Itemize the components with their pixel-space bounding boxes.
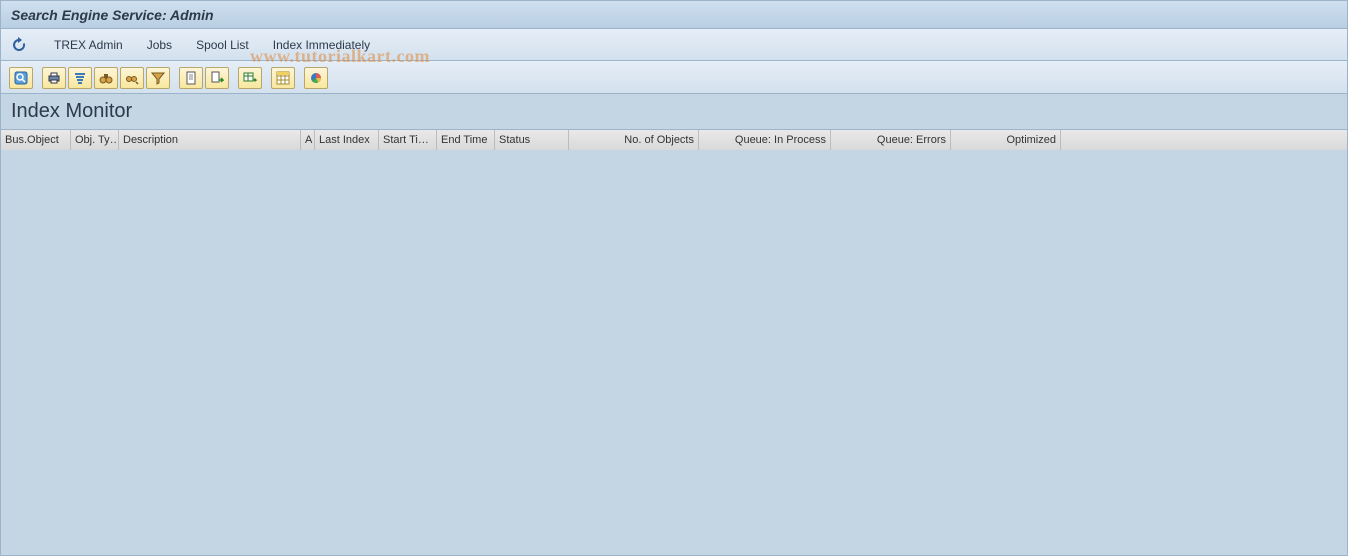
export-local-button[interactable] [205,67,229,89]
print-button[interactable] [42,67,66,89]
grid: Bus.Object Obj. Ty… Description A Last I… [1,129,1347,555]
window-title: Search Engine Service: Admin [11,7,214,23]
col-status[interactable]: Status [495,130,569,150]
document-arrow-icon [210,71,224,85]
menubar: TREX Admin Jobs Spool List Index Immedia… [1,29,1347,61]
col-queue-in-process[interactable]: Queue: In Process [699,130,831,150]
printer-icon [47,71,61,85]
grid-layout-icon [276,71,290,85]
col-bus-object[interactable]: Bus.Object [1,130,71,150]
menu-jobs[interactable]: Jobs [136,33,183,57]
toolbar [9,67,1339,89]
content-title: Index Monitor [1,94,1347,129]
find-next-button[interactable] [120,67,144,89]
export-doc-button[interactable] [179,67,203,89]
funnel-icon [151,71,165,85]
col-a[interactable]: A [301,130,315,150]
binoculars-next-icon [125,71,139,85]
toolbar-area [1,61,1347,94]
filter-values-button[interactable] [68,67,92,89]
funnel-bars-icon [73,71,87,85]
menu-trex-admin[interactable]: TREX Admin [43,33,134,57]
refresh-icon[interactable] [7,34,31,56]
col-queue-errors[interactable]: Queue: Errors [831,130,951,150]
col-no-of-objects[interactable]: No. of Objects [569,130,699,150]
chart-button[interactable] [304,67,328,89]
mail-button[interactable] [238,67,262,89]
col-optimized[interactable]: Optimized [951,130,1061,150]
window-titlebar: Search Engine Service: Admin [1,1,1347,29]
details-button[interactable] [9,67,33,89]
col-last-index[interactable]: Last Index [315,130,379,150]
content-area: Index Monitor Bus.Object Obj. Ty… Descri… [1,94,1347,555]
document-icon [184,71,198,85]
menu-index-immediately[interactable]: Index Immediately [262,33,381,57]
col-start-time[interactable]: Start Ti… [379,130,437,150]
pie-chart-icon [309,71,323,85]
grid-header: Bus.Object Obj. Ty… Description A Last I… [1,130,1347,150]
menu-spool-list[interactable]: Spool List [185,33,260,57]
layout-change-button[interactable] [271,67,295,89]
magnifier-doc-icon [14,71,28,85]
col-end-time[interactable]: End Time [437,130,495,150]
col-obj-type[interactable]: Obj. Ty… [71,130,119,150]
spreadsheet-arrow-icon [243,71,257,85]
binoculars-icon [99,71,113,85]
set-filter-button[interactable] [146,67,170,89]
col-description[interactable]: Description [119,130,301,150]
find-button[interactable] [94,67,118,89]
